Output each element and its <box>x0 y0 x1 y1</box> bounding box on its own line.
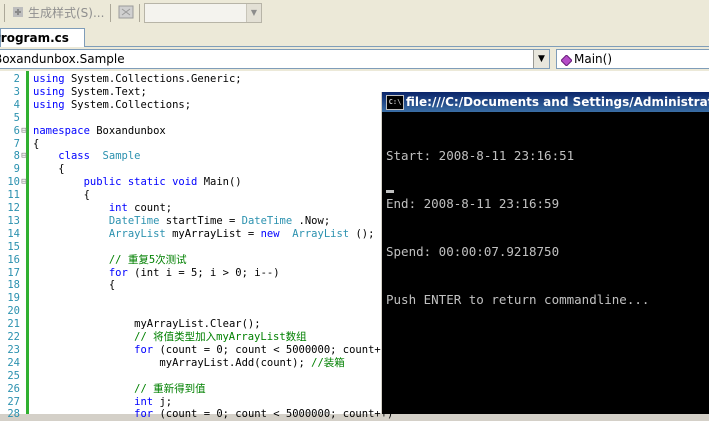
code-text: using System.Collections; <box>33 98 192 111</box>
collapse-icon[interactable]: ⊟ <box>20 150 28 163</box>
chevron-down-icon[interactable]: ▼ <box>533 50 549 68</box>
member-dropdown[interactable]: Main() <box>556 49 709 69</box>
member-dropdown-value: Main() <box>574 52 613 66</box>
line-number: 11 <box>7 189 20 202</box>
line-number: 28 <box>7 408 20 421</box>
style-combo[interactable]: ▼ <box>144 3 262 23</box>
code-text: int count; <box>108 202 173 214</box>
code-text: // 将值类型加入myArrayList数组 <box>134 331 307 343</box>
line-number: 21 <box>7 318 20 331</box>
console-window[interactable]: C:\ file:///C:/Documents and Settings/Ad… <box>381 92 709 414</box>
build-style-button[interactable]: 生成样式(S)... <box>28 4 104 22</box>
code-text: myArrayList.Clear(); <box>33 318 261 331</box>
line-number: 8 <box>13 150 20 163</box>
code-text: using System.Collections.Generic; <box>33 73 242 85</box>
code-line[interactable]: 2 using System.Collections.Generic; <box>0 73 709 86</box>
line-number: 4 <box>13 98 20 111</box>
type-dropdown-value: Boxandunbox.Sample <box>0 52 125 66</box>
toolbar-separator <box>110 4 111 22</box>
code-text: for (count = 0; count < 5000000; count++… <box>134 408 394 421</box>
collapse-icon[interactable]: ⊟ <box>20 125 28 138</box>
line-number: 20 <box>7 305 20 318</box>
line-number: 25 <box>7 369 20 382</box>
line-number: 7 <box>13 137 20 150</box>
toolbar-grip <box>4 4 5 22</box>
toolbar-separator <box>139 4 140 22</box>
line-number: 22 <box>7 331 20 343</box>
console-output: Start: 2008-8-11 23:16:51 End: 2008-8-11… <box>386 116 649 340</box>
line-number: 10 <box>7 176 20 189</box>
toolbar: 生成样式(S)... ▼ <box>0 0 709 27</box>
line-number: 2 <box>13 73 20 85</box>
console-line-end: End: 2008-8-11 23:16:59 <box>386 196 560 211</box>
line-number: 19 <box>7 292 20 305</box>
line-number: 5 <box>13 111 20 124</box>
code-text: myArrayList.Add(count); //装箱 <box>33 356 345 369</box>
code-text: { <box>33 189 90 202</box>
line-number: 15 <box>7 240 20 253</box>
line-number: 17 <box>7 266 20 279</box>
method-icon <box>560 53 573 67</box>
console-line-prompt: Push ENTER to return commandline... <box>386 292 650 307</box>
code-text: { <box>33 279 116 292</box>
line-number: 27 <box>7 395 20 408</box>
line-number: 6 <box>13 124 20 137</box>
code-text: namespace Boxandunbox <box>33 124 166 137</box>
line-number: 16 <box>7 253 20 266</box>
console-line-start: Start: 2008-8-11 23:16:51 <box>386 148 575 163</box>
code-text: for (int i = 5; i > 0; i--) <box>108 266 280 279</box>
console-title-bar[interactable]: C:\ file:///C:/Documents and Settings/Ad… <box>382 92 709 112</box>
line-number: 23 <box>7 343 20 356</box>
collapse-icon[interactable]: ⊟ <box>20 176 28 189</box>
code-text: // 重新得到值 <box>134 382 206 395</box>
line-number: 12 <box>7 202 20 214</box>
line-number: 9 <box>13 163 20 176</box>
document-tabstrip: Program.cs <box>0 26 709 47</box>
format-icon[interactable] <box>118 4 134 20</box>
line-number: 24 <box>7 356 20 369</box>
line-number: 14 <box>7 227 20 240</box>
code-text: public static void Main() <box>83 176 242 189</box>
code-text: ArrayList myArrayList = new ArrayList ()… <box>108 227 375 240</box>
line-number: 3 <box>13 85 20 98</box>
console-title: file:///C:/Documents and Settings/Admini… <box>406 95 709 109</box>
code-text: using System.Text; <box>33 85 147 98</box>
code-text: { <box>33 137 40 150</box>
code-text: int j; <box>134 395 173 408</box>
code-text: { <box>33 163 65 176</box>
tab-label: Program.cs <box>0 31 69 45</box>
line-number: 26 <box>7 382 20 395</box>
code-text: class Sample <box>58 150 141 163</box>
code-text: DateTime startTime = DateTime .Now; <box>108 214 331 227</box>
console-line-spend: Spend: 00:00:07.9218750 <box>386 244 560 259</box>
console-icon: C:\ <box>386 95 404 110</box>
console-cursor <box>386 190 394 193</box>
navigation-bar: Boxandunbox.Sample ▼ Main() <box>0 47 709 71</box>
chevron-down-icon[interactable]: ▼ <box>246 4 261 22</box>
line-number: 13 <box>7 214 20 227</box>
line-number: 18 <box>7 279 20 292</box>
code-text: // 重复5次测试 <box>108 253 187 266</box>
type-dropdown[interactable]: Boxandunbox.Sample ▼ <box>0 49 550 69</box>
build-style-icon[interactable] <box>10 4 26 20</box>
code-text: for (count = 0; count < 5000000; count++… <box>134 343 394 356</box>
tab-program-cs[interactable]: Program.cs <box>0 28 85 47</box>
